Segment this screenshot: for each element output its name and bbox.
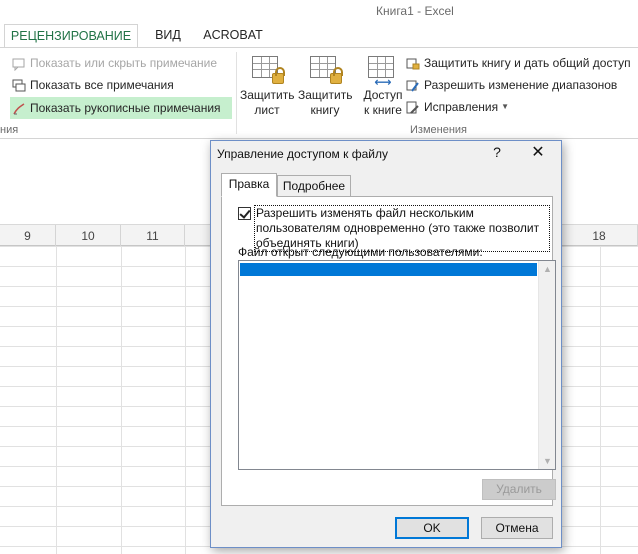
toggle-comment-button[interactable]: Показать или скрыть примечание [12,52,217,74]
toggle-comment-label: Показать или скрыть примечание [30,56,218,70]
track-changes-label: Исправления [424,100,499,114]
users-listbox[interactable]: ▲ ▼ [238,260,556,470]
grid-column-line [56,246,57,554]
share-workbook-label-2: к книге [364,103,402,117]
share-workbook-dialog: Управление доступом к файлу ? ✕ Правка П… [210,140,562,548]
column-header[interactable]: 11 [121,225,185,247]
tab-acrobat[interactable]: ACROBAT [200,24,266,48]
ribbon-separator [236,52,237,134]
column-header[interactable]: 18 [560,225,638,247]
track-changes-button[interactable]: Исправления ▼ [406,96,509,118]
chevron-up-icon[interactable]: ▲ [543,264,552,274]
grid-column-line [185,246,186,554]
group-changes-label: Изменения [410,124,467,136]
multi-user-checkbox[interactable] [238,207,251,220]
open-users-label: Файл открыт следующими пользователями: [238,245,483,259]
title-bar: Книга1 - Excel РЕЦЕНЗИРОВАНИЕ ВИД ACROBA… [0,0,638,48]
protect-and-share-label: Защитить книгу и дать общий доступ [424,56,631,70]
window-title: Книга1 - Excel [376,4,454,18]
column-header[interactable]: 10 [56,225,121,247]
close-icon[interactable]: ✕ [529,144,547,162]
allow-edit-ranges-button[interactable]: Разрешить изменение диапазонов [406,74,617,96]
grid-column-line [600,246,601,554]
protect-workbook-icon [308,54,343,84]
scrollbar[interactable]: ▲ ▼ [538,261,555,469]
protect-workbook-label-2: книгу [310,103,340,117]
protect-workbook-button[interactable]: Защитить книгу [298,54,352,118]
protect-sheet-label-2: лист [254,103,280,117]
protect-sheet-button[interactable]: Защитить лист [240,54,294,118]
group-comments-label: ния [0,124,19,136]
share-workbook-label-1: Доступ [363,88,403,102]
edit-tab-panel: Разрешить изменять файл нескольким польз… [221,196,556,506]
protect-sheet-label-1: Защитить [240,88,295,102]
cancel-button[interactable]: Отмена [481,517,553,539]
tab-view[interactable]: ВИД [148,24,188,48]
protect-and-share-button[interactable]: Защитить книгу и дать общий доступ [406,52,631,74]
grid-column-line [121,246,122,554]
allow-edit-ranges-label: Разрешить изменение диапазонов [424,78,618,92]
ribbon: Показать или скрыть примечание Показать … [0,47,638,139]
ink-pen-icon [12,101,26,115]
show-all-comments-button[interactable]: Показать все примечания [12,74,174,96]
share-workbook-button[interactable]: ⟷ Доступ к книге [356,54,410,118]
dialog-title: Управление доступом к файлу [217,147,388,161]
tab-review[interactable]: РЕЦЕНЗИРОВАНИЕ [4,24,138,48]
edit-ranges-icon [406,78,420,92]
tab-edit[interactable]: Правка [221,173,277,197]
remove-user-button[interactable]: Удалить [482,479,556,500]
chevron-down-icon[interactable]: ▼ [543,456,552,466]
list-item[interactable] [240,263,537,276]
protect-share-icon [406,56,420,70]
protect-workbook-label-1: Защитить [298,88,353,102]
ok-button[interactable]: OK [395,517,469,539]
show-ink-comments-label: Показать рукописные примечания [30,101,221,115]
column-header[interactable]: 9 [0,225,56,247]
protect-sheet-icon [250,54,285,84]
chevron-down-icon: ▼ [501,102,509,111]
help-icon[interactable]: ? [489,144,505,162]
share-workbook-icon: ⟷ [366,54,400,88]
track-changes-icon [406,100,420,114]
comments-icon [12,78,26,92]
comment-icon [12,56,26,72]
tab-advanced[interactable]: Подробнее [277,175,351,197]
show-all-comments-label: Показать все примечания [30,78,174,92]
show-ink-comments-button[interactable]: Показать рукописные примечания [10,97,232,119]
